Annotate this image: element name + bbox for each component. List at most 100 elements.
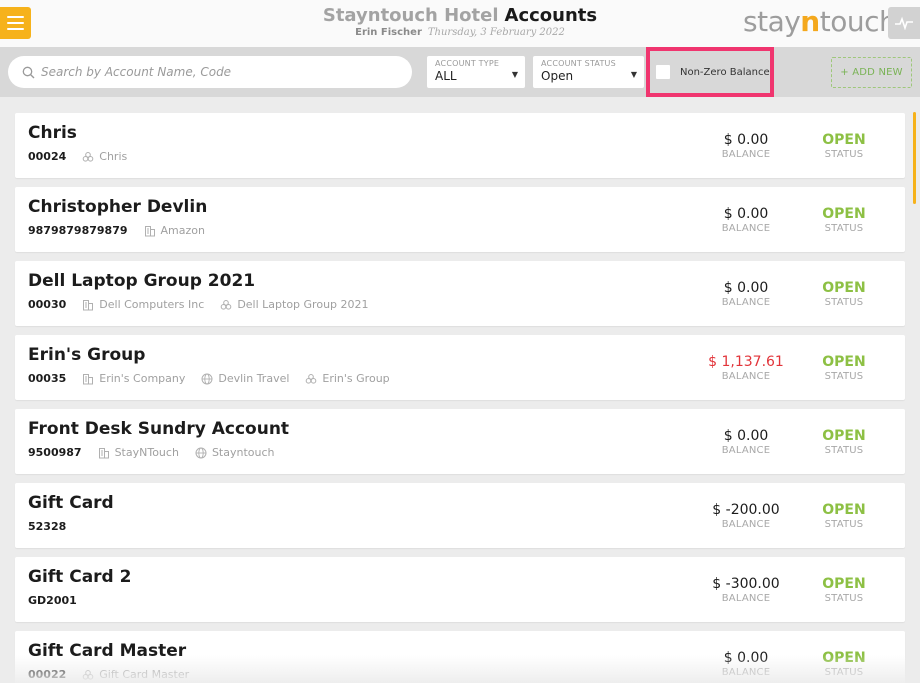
company-icon — [98, 447, 110, 459]
status-label: STATUS — [824, 149, 864, 160]
scrollbar[interactable] — [913, 112, 916, 204]
account-meta-item: Amazon — [144, 224, 205, 237]
status-value: OPEN — [822, 576, 866, 592]
add-new-button[interactable]: + ADD NEW — [831, 57, 912, 88]
account-meta: 9879879879879 Amazon — [28, 224, 205, 237]
account-meta-item: Erin's Company — [82, 372, 185, 385]
account-row[interactable]: Front Desk Sundry Account 9500987 StayNTo… — [15, 409, 905, 474]
search-icon — [22, 66, 35, 78]
account-meta-item: Gift Card Master — [82, 668, 189, 681]
business-date: Thursday, 3 February 2022 — [427, 27, 565, 38]
account-meta-item: Erin's Group — [305, 372, 390, 385]
account-meta-text: Devlin Travel — [218, 372, 290, 385]
balance-label: BALANCE — [721, 519, 771, 530]
account-meta: 00035 Erin's Company Devlin Travel Erin's G… — [28, 372, 390, 385]
pulse-icon — [895, 16, 913, 30]
account-status: OPEN STATUS — [807, 650, 881, 678]
status-value: OPEN — [822, 502, 866, 518]
status-value: OPEN — [822, 132, 866, 148]
account-code: 00030 — [28, 298, 67, 311]
account-code: 9500987 — [28, 446, 82, 459]
account-name: Gift Card Master — [28, 641, 187, 661]
account-meta-item: Devlin Travel — [201, 372, 289, 385]
status-label: STATUS — [824, 223, 864, 234]
activity-button[interactable] — [888, 7, 920, 39]
status-value: OPEN — [822, 354, 866, 370]
company-icon — [82, 373, 94, 385]
balance-label: BALANCE — [721, 667, 771, 678]
account-meta-text: Stayntouch — [211, 446, 275, 459]
balance-value: $ 0.00 — [723, 206, 769, 222]
balance-value: $ 1,137.61 — [708, 354, 784, 370]
account-code: 9879879879879 — [28, 224, 128, 237]
account-balance: $ -200.00 BALANCE — [695, 502, 797, 530]
company-icon — [82, 299, 94, 311]
account-row[interactable]: Gift Card Master 00022 Gift Card Master $… — [15, 631, 905, 683]
non-zero-balance-checkbox[interactable] — [655, 64, 671, 80]
account-meta: 00022 Gift Card Master — [28, 668, 189, 681]
account-name: Christopher Devlin — [28, 197, 208, 217]
account-balance: $ 0.00 BALANCE — [695, 280, 797, 308]
account-name: Front Desk Sundry Account — [28, 419, 290, 439]
group-icon — [82, 669, 94, 681]
filter-bar: ACCOUNT TYPE ALL ▼ ACCOUNT STATUS Open ▼… — [0, 47, 920, 97]
account-status: OPEN STATUS — [807, 132, 881, 160]
non-zero-balance-filter: Non-Zero Balance — [646, 47, 774, 97]
caret-down-icon: ▼ — [511, 70, 518, 79]
account-row[interactable]: Gift Card 2 GD2001 $ -300.00 BALANCE OPE… — [15, 557, 905, 622]
account-type-dropdown[interactable]: ACCOUNT TYPE ALL ▼ — [427, 56, 525, 88]
status-label: STATUS — [824, 297, 864, 308]
balance-value: $ 0.00 — [723, 428, 769, 444]
search-input[interactable] — [41, 65, 391, 79]
group-icon — [82, 151, 94, 163]
account-row[interactable]: Erin's Group 00035 Erin's Company Devlin T… — [15, 335, 905, 400]
balance-label: BALANCE — [721, 371, 771, 382]
balance-value: $ -200.00 — [712, 502, 780, 518]
status-label: STATUS — [824, 667, 864, 678]
account-code: 00024 — [28, 150, 67, 163]
balance-value: $ -300.00 — [712, 576, 780, 592]
balance-label: BALANCE — [721, 445, 771, 456]
balance-label: BALANCE — [721, 297, 771, 308]
account-meta-text: Chris — [99, 150, 128, 163]
account-row[interactable]: Dell Laptop Group 2021 00030 Dell Compute… — [15, 261, 905, 326]
balance-value: $ 0.00 — [723, 132, 769, 148]
status-label: STATUS — [824, 371, 864, 382]
balance-label: BALANCE — [721, 149, 771, 160]
account-meta: 00030 Dell Computers Inc Dell Laptop Group… — [28, 298, 369, 311]
account-row[interactable]: Christopher Devlin 9879879879879 Amazon $… — [15, 187, 905, 252]
account-meta-item: Stayntouch — [195, 446, 275, 459]
account-status-dropdown[interactable]: ACCOUNT STATUS Open ▼ — [533, 56, 644, 88]
account-name: Gift Card — [28, 493, 114, 513]
account-meta-text: Dell Laptop Group 2021 — [237, 298, 369, 311]
account-code: 00035 — [28, 372, 67, 385]
account-row[interactable]: Gift Card 52328 $ -200.00 BALANCE OPEN S… — [15, 483, 905, 548]
globe-icon — [201, 373, 213, 385]
account-meta-text: Amazon — [160, 224, 205, 237]
top-header: Stayntouch Hotel Accounts Erin Fischer Thu… — [0, 0, 920, 47]
account-type-label: ACCOUNT TYPE — [435, 59, 500, 68]
account-balance: $ 0.00 BALANCE — [695, 132, 797, 160]
account-meta-item: Chris — [82, 150, 127, 163]
account-status: OPEN STATUS — [807, 354, 881, 382]
account-status: OPEN STATUS — [807, 428, 881, 456]
account-name: Dell Laptop Group 2021 — [28, 271, 256, 291]
account-meta: 52328 — [28, 520, 66, 533]
account-name: Gift Card 2 — [28, 567, 132, 587]
company-icon — [144, 225, 156, 237]
status-label: STATUS — [824, 445, 864, 456]
account-row[interactable]: Chris 00024 Chris $ 0.00 BALANCE OPEN STA… — [15, 113, 905, 178]
balance-value: $ 0.00 — [723, 280, 769, 296]
status-value: OPEN — [822, 280, 866, 296]
status-value: OPEN — [822, 206, 866, 222]
account-meta-item: Dell Computers Inc — [82, 298, 204, 311]
account-status: OPEN STATUS — [807, 576, 881, 604]
hotel-name: Stayntouch Hotel — [322, 5, 499, 26]
account-name: Erin's Group — [28, 345, 146, 365]
account-status-label: ACCOUNT STATUS — [541, 59, 616, 68]
page-title: Accounts — [504, 5, 598, 26]
search-box[interactable] — [8, 56, 412, 88]
account-meta-text: StayNTouch — [114, 446, 179, 459]
globe-icon — [195, 447, 207, 459]
status-value: OPEN — [822, 428, 866, 444]
